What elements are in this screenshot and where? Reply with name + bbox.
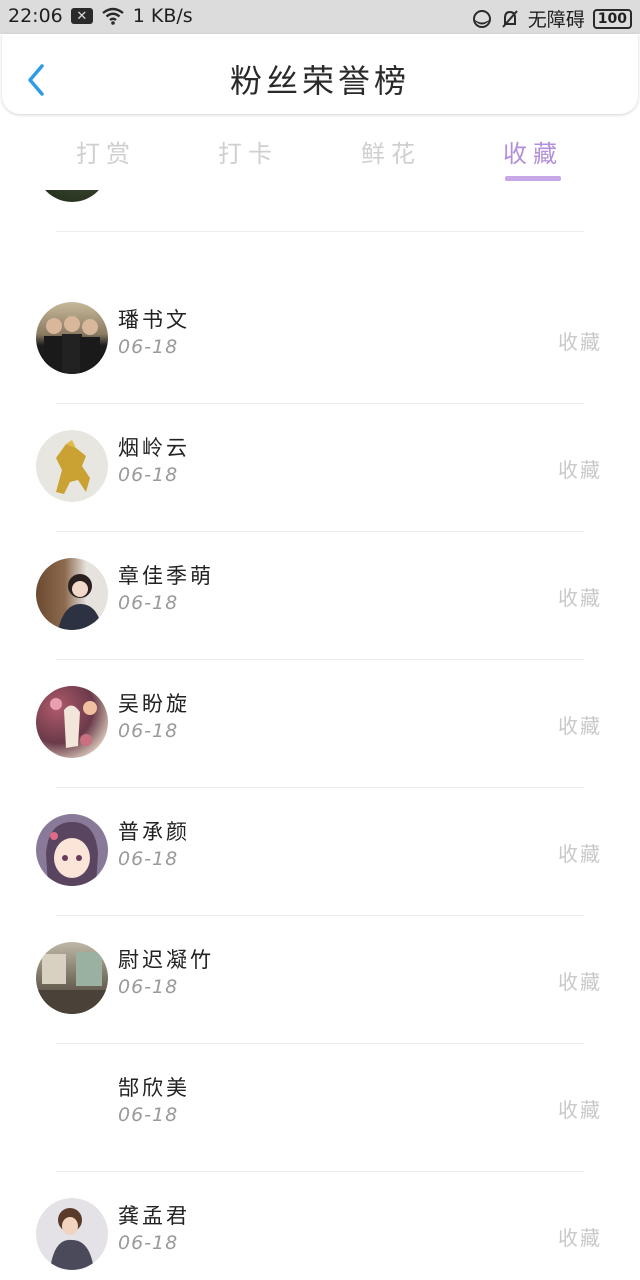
date-label: 06-18 (118, 1104, 179, 1126)
user-name: 郜欣美 (118, 1076, 190, 1100)
user-name: 璠书文 (118, 308, 190, 332)
list-item[interactable]: 尉迟凝竹 06-18 收藏 (0, 916, 640, 1044)
date-label: 06-18 (118, 848, 179, 870)
user-name: 尉迟凝竹 (118, 948, 214, 972)
user-name: 吴盼旋 (118, 692, 190, 716)
avatar (36, 1198, 108, 1270)
date-label: 06-18 (118, 336, 179, 358)
action-type: 收藏 (558, 842, 602, 866)
user-name: 烟岭云 (118, 436, 190, 460)
date-label: 06-18 (118, 592, 179, 614)
list-item[interactable]: 郜欣美 06-18 收藏 (0, 1044, 640, 1172)
action-type: 收藏 (558, 586, 602, 610)
user-name: 龚孟君 (118, 1204, 190, 1228)
tab-reward[interactable]: 打赏 (46, 134, 166, 169)
list-item[interactable]: 章佳季萌 06-18 收藏 (0, 532, 640, 660)
avatar (36, 558, 108, 630)
action-type: 收藏 (558, 970, 602, 994)
fan-list: 06-18 收藏 璠书文 06-18 收藏 烟岭云 06-18 收藏 (0, 190, 640, 1280)
battery-indicator: 100 (592, 8, 632, 29)
status-bar: 22:06 ✕ 1 KB/s 无障碍 100 (0, 0, 640, 34)
net-speed: 1 KB/s (132, 5, 193, 27)
list-item[interactable]: 璠书文 06-18 收藏 (0, 276, 640, 404)
header-bar: 粉丝荣誉榜 (2, 34, 638, 114)
divider (56, 231, 584, 232)
tab-checkin[interactable]: 打卡 (188, 134, 308, 169)
list-item[interactable]: 普承颜 06-18 收藏 (0, 788, 640, 916)
avatar (36, 430, 108, 502)
data-saver-icon (472, 9, 492, 29)
avatar (36, 1070, 108, 1142)
tab-favorites[interactable]: 收藏 (473, 134, 593, 169)
list-item[interactable]: 烟岭云 06-18 收藏 (0, 404, 640, 532)
action-type: 收藏 (558, 1098, 602, 1122)
avatar (36, 190, 108, 202)
action-type: 收藏 (558, 1226, 602, 1250)
date-label: 06-18 (118, 976, 179, 998)
user-name: 章佳季萌 (118, 564, 214, 588)
action-type: 收藏 (558, 458, 602, 482)
avatar (36, 302, 108, 374)
wifi-icon (101, 7, 125, 25)
notification-x-icon: ✕ (70, 8, 93, 24)
tab-flowers[interactable]: 鲜花 (331, 134, 451, 169)
avatar (36, 942, 108, 1014)
list-item[interactable]: 龚孟君 06-18 收藏 (0, 1172, 640, 1280)
action-type: 收藏 (558, 330, 602, 354)
active-tab-indicator (505, 176, 561, 181)
list-item[interactable]: 06-18 收藏 (0, 190, 640, 232)
bell-muted-icon (500, 9, 520, 29)
list-item[interactable]: 吴盼旋 06-18 收藏 (0, 660, 640, 788)
action-type: 收藏 (558, 714, 602, 738)
date-label: 06-18 (118, 464, 179, 486)
user-name: 普承颜 (118, 820, 190, 844)
page-title: 粉丝荣誉榜 (229, 62, 410, 100)
clock: 22:06 (8, 5, 63, 27)
date-label: 06-18 (118, 720, 179, 742)
date-label: 06-18 (118, 1232, 179, 1254)
avatar (36, 814, 108, 886)
accessibility-text: 无障碍 (527, 9, 585, 31)
avatar (36, 686, 108, 758)
